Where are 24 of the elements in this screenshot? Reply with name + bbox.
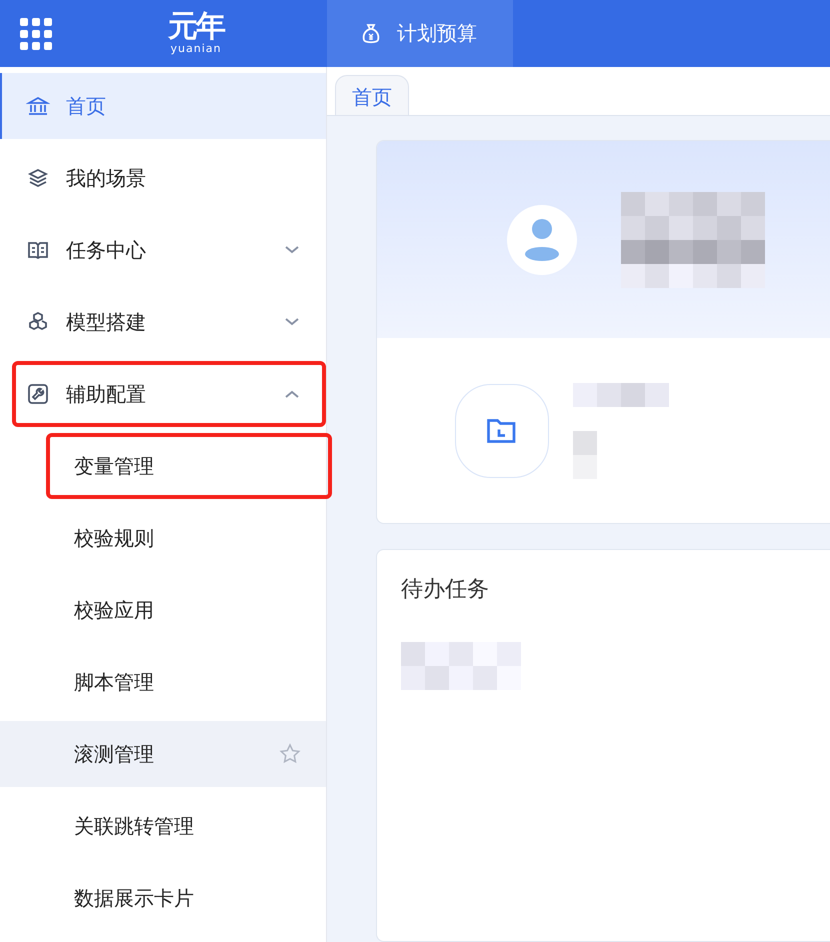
card-title: 待办任务 [401,577,489,602]
submenu-item[interactable]: 滚测管理 [0,721,326,787]
star-icon[interactable] [278,742,302,766]
sidebar-item[interactable]: 我的场景 [0,145,326,211]
apps-grid-icon[interactable] [20,18,52,50]
submenu-item[interactable]: 数据展示卡片 [0,865,326,931]
logo-mark: 元年 [168,12,224,42]
sidebar-item[interactable]: 首页 [0,73,326,139]
sidebar-item[interactable]: 任务中心 [0,217,326,283]
wrench-icon [26,382,50,406]
app-tab[interactable]: 计划预算 [327,0,513,67]
submenu-item[interactable]: 校验规则 [0,505,326,571]
bank-icon [26,94,50,118]
submenu-item[interactable]: 脚本管理 [0,649,326,715]
submenu-item[interactable]: 变量管理 [46,433,332,499]
submenu-item[interactable]: 关联跳转管理 [0,793,326,859]
page-tab[interactable]: 首页 [335,75,409,115]
submenu-item[interactable]: 校验应用 [0,577,326,643]
sidebar-item[interactable]: 辅助配置 [12,361,326,427]
logo-wordmark: yuanian [170,42,222,55]
sidebar-item[interactable]: 模型搭建 [0,289,326,355]
redacted-text [573,430,597,478]
layers-icon [26,166,50,190]
person-icon [524,218,560,262]
